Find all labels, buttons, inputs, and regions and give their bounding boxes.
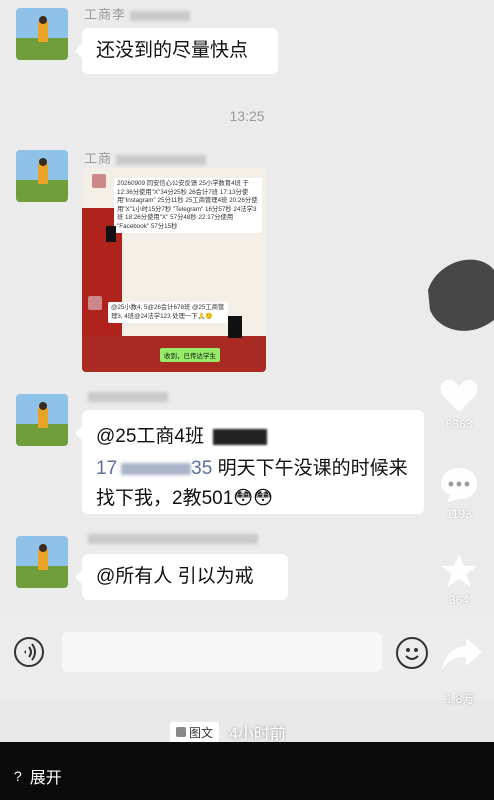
avatar[interactable] (16, 394, 68, 446)
emoji-button[interactable] (396, 637, 428, 669)
star-icon (441, 554, 477, 587)
avatar (88, 296, 102, 310)
sender-name: 工商 (84, 148, 207, 167)
voice-input-button[interactable] (14, 637, 44, 667)
message-text: @所有人 引以为戒 (96, 566, 254, 587)
image-reply-text: 收到，已传达学生 (160, 348, 220, 362)
avatar[interactable] (16, 536, 68, 588)
comment-icon (441, 468, 477, 502)
sender-name (84, 388, 168, 403)
like-button[interactable]: 6363 (434, 378, 484, 431)
sender-name (84, 530, 258, 545)
comment-button[interactable]: 1193 (434, 466, 484, 521)
mention-number[interactable]: 17 35 (96, 458, 218, 479)
avatar[interactable] (16, 150, 68, 202)
favorite-button[interactable]: 364 (434, 552, 484, 607)
post-type-tag[interactable]: 图文 (170, 721, 220, 743)
message-bubble[interactable]: @所有人 引以为戒 (75, 554, 288, 600)
like-count: 6363 (445, 417, 473, 431)
message-bubble[interactable]: 还没到的尽量快点 (75, 28, 278, 74)
video-overlay-blob (428, 259, 494, 331)
sender-name: 工商李 (84, 4, 191, 23)
bottom-bar (0, 742, 494, 800)
share-arrow-icon (442, 638, 482, 670)
image-redaction (228, 316, 242, 338)
comment-count: 1193 (446, 507, 472, 521)
favorite-count: 364 (448, 593, 470, 607)
image-message-text: @25小数4, 5@26会计678班 @25工商管理3, 4班@24法学123 … (108, 302, 228, 323)
post-time: 4小时前 (229, 726, 286, 743)
smiley-icon (405, 648, 419, 660)
message-text: 还没到的尽量快点 (96, 40, 249, 61)
avatar (92, 174, 106, 188)
chat-area[interactable]: 工商李 还没到的尽量快点 13:25 工商 20260909 同安信心公安反馈 … (0, 0, 494, 620)
image-message-text: 20260909 同安信心公安反馈 25小学数育4班 于 12:36分使用"X"… (114, 178, 262, 233)
image-redaction (106, 226, 116, 242)
post-meta: 图文 4小时前 (170, 720, 286, 744)
chat-image[interactable]: 20260909 同安信心公安反馈 25小学数育4班 于 12:36分使用"X"… (82, 168, 266, 372)
message-input[interactable] (62, 632, 382, 672)
share-count: 1.8万 (445, 692, 475, 706)
message-bubble[interactable]: @25工商4班 17 35 明天下午没课的时候来找下我，2教501😳😳 (75, 410, 424, 514)
mention-text[interactable]: @25工商4班 (96, 426, 204, 447)
avatar[interactable] (16, 8, 68, 60)
image-text-icon (176, 727, 186, 737)
chat-timestamp: 13:25 (229, 108, 265, 124)
share-button[interactable] (440, 632, 484, 676)
question-icon: ? (14, 768, 22, 784)
voice-icon (24, 643, 36, 661)
heart-icon (440, 379, 478, 412)
expand-button[interactable]: ? 展开 (14, 764, 62, 788)
